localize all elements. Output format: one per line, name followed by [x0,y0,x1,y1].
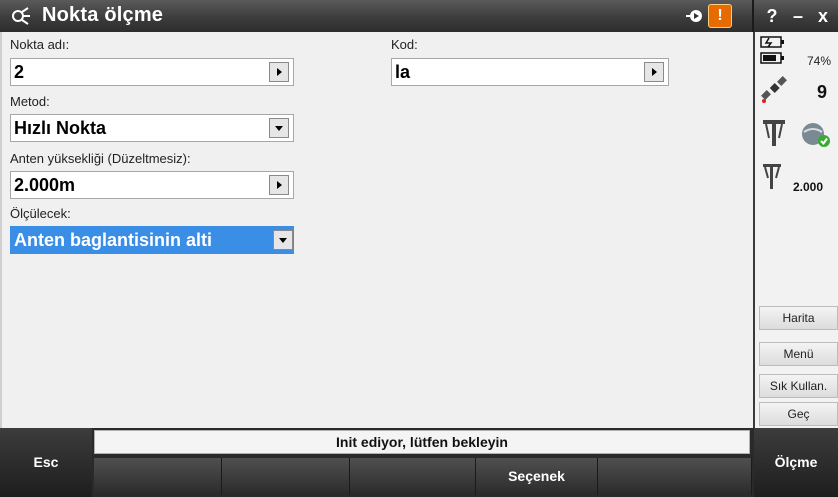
measured-to-value: Anten baglantisinin alti [14,230,213,250]
options-softkey[interactable]: Seçenek [476,458,598,495]
method-dropdown[interactable]: Hızlı Nokta [10,114,294,142]
map-button[interactable]: Harita [759,306,838,330]
satellite-count: 9 [817,82,828,102]
close-button[interactable]: x [811,4,835,28]
switch-to-button[interactable]: Geç [759,402,838,426]
softkey-2[interactable] [222,458,350,495]
titlebar-divider [752,0,754,32]
softkey-5[interactable] [598,458,752,495]
window-title: Nokta ölçme [42,4,164,26]
rtk-globe-icon[interactable] [799,120,833,150]
code-field[interactable]: la [391,58,669,86]
antenna-height-label: Anten yüksekliği (Düzeltmesiz): [10,151,191,166]
antenna-height-value: 2.000m [14,175,76,195]
minimize-button[interactable]: – [786,4,810,28]
antenna-icon[interactable] [761,162,785,192]
satellite-icon[interactable] [760,74,790,104]
esc-button[interactable]: Esc [0,428,92,497]
status-message: Init ediyor, lütfen bekleyin [94,430,750,454]
bottom-bar: Esc Init ediyor, lütfen bekleyin Seçenek… [0,428,838,497]
measured-to-dropdown[interactable]: Anten baglantisinin alti [10,226,294,254]
softkey-3[interactable] [350,458,476,495]
point-name-label: Nokta adı: [10,37,70,52]
antenna-height-arrow-icon[interactable] [269,175,289,195]
warning-icon[interactable]: ! [708,4,732,28]
method-value: Hızlı Nokta [14,118,107,138]
method-label: Metod: [10,94,50,109]
menu-button[interactable]: Menü [759,342,838,366]
antenna-height-readout: 2.000 [793,180,824,194]
point-name-value: 2 [14,62,25,82]
app-icon [12,7,30,25]
title-bar: Nokta ölçme ! ? – x [0,0,838,32]
measure-point-form: Nokta adı: 2 Kod: la Metod: Hızlı Nokta … [0,32,753,428]
favorites-button[interactable]: Sık Kullan. [759,374,838,398]
softkey-1[interactable] [94,458,222,495]
code-arrow-icon[interactable] [644,62,664,82]
method-chevron-down-icon[interactable] [269,118,289,138]
measured-to-chevron-down-icon[interactable] [273,230,293,250]
receiver-icon[interactable] [760,118,790,148]
code-value: la [395,62,411,82]
radio-link-icon [686,10,702,22]
antenna-height-field[interactable]: 2.000m [10,171,294,199]
help-button[interactable]: ? [760,4,784,28]
point-name-arrow-icon[interactable] [269,62,289,82]
battery-icon[interactable] [760,36,788,66]
point-name-field[interactable]: 2 [10,58,294,86]
measure-button[interactable]: Ölçme [754,428,838,497]
measured-to-label: Ölçülecek: [10,206,71,221]
code-label: Kod: [391,37,418,52]
battery-percent: 74% [807,54,832,68]
status-panel: 74% 9 2.000 Harita Menü Sık Kullan. Geç [753,32,838,428]
